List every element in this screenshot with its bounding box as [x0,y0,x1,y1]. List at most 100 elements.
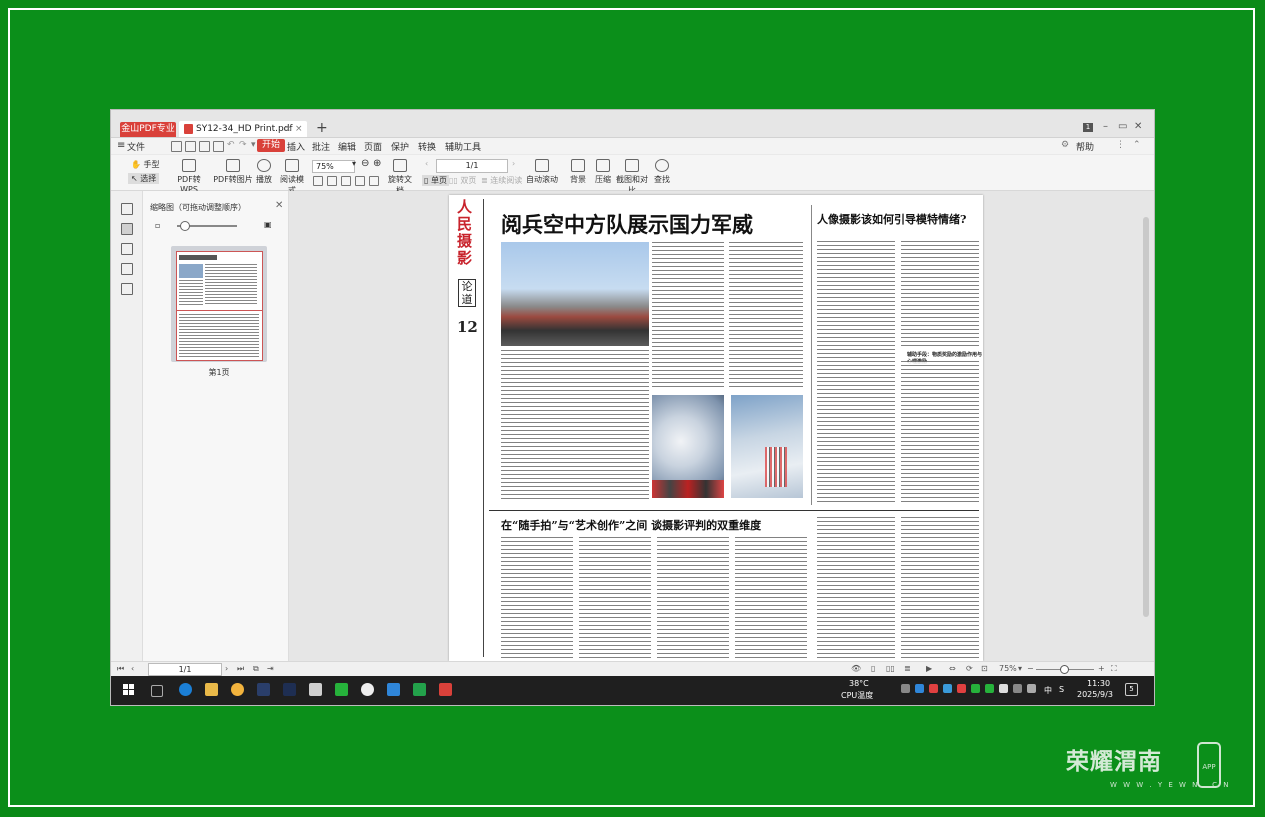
tray-shield-icon[interactable] [999,684,1008,693]
close-window-icon[interactable]: ✕ [1134,121,1142,132]
fullscreen-icon[interactable]: ⛶ [1111,664,1117,674]
double-view-icon[interactable]: ▯▯ [886,664,895,673]
tray-app-icon-5[interactable] [985,684,994,693]
signature-icon[interactable] [121,283,133,295]
exit-fullscreen-icon[interactable]: ⇥ [267,664,274,673]
find-button[interactable]: 查找 [651,159,673,185]
attachment-icon[interactable] [121,263,133,275]
single-view-icon[interactable]: ▯ [871,664,875,673]
restore-icon[interactable]: ▭ [1118,121,1127,132]
new-file-icon[interactable] [171,141,182,152]
screenshot-status-icon[interactable]: ⊡ [981,664,988,673]
menu-file[interactable]: 文件 [127,140,145,153]
page-number-input[interactable]: 1/1 [436,159,508,173]
single-page-button[interactable]: ▯ 单页 [422,175,449,186]
monitor-icon[interactable]: ▭ [283,121,292,137]
menu-protect[interactable]: 保护 [391,140,409,153]
ime-mode[interactable]: S [1059,685,1064,694]
fit-width-icon[interactable] [327,176,337,186]
status-zoom-value[interactable]: 75% [999,664,1017,673]
menu-insert[interactable]: 插入 [287,140,305,153]
actual-size-icon[interactable] [341,176,351,186]
fit-page-icon[interactable] [313,176,323,186]
edge-browser-icon[interactable] [179,683,192,696]
tray-arrow-icon[interactable] [901,684,910,693]
notification-icon[interactable]: 5 [1125,683,1138,696]
fit-window-icon[interactable]: ⧉ [253,664,259,674]
tray-app-icon-1[interactable] [915,684,924,693]
select-tool[interactable]: ↖ 选择 [128,173,160,184]
compress-button[interactable]: 压缩 [592,159,614,185]
tray-app-icon-2[interactable] [929,684,938,693]
zoom-in-icon[interactable]: ⊕ [373,158,381,169]
hand-tool[interactable]: ✋ 手型 [131,159,160,170]
continuous-view-icon[interactable]: ≣ [904,664,911,673]
prev-page-status-icon[interactable]: ‹ [131,664,134,673]
zoom-dropdown-icon[interactable]: ▾ [352,159,356,168]
ime-language[interactable]: 中 [1044,685,1052,696]
small-thumb-icon[interactable]: ▫ [155,221,160,230]
menu-edit[interactable]: 编辑 [338,140,356,153]
file-explorer-icon[interactable] [205,683,218,696]
zoom-out-icon[interactable]: ⊖ [361,158,369,169]
next-page-status-icon[interactable]: › [225,664,228,673]
document-tab[interactable]: SY12-34_HD Print.pdf ▭ × [179,121,307,137]
cloud-drive-icon[interactable] [387,683,400,696]
new-tab-button[interactable]: + [316,120,328,136]
print-icon[interactable] [199,141,210,152]
close-panel-icon[interactable]: ✕ [275,200,283,211]
save-icon[interactable] [213,141,224,152]
continuous-read-button[interactable]: ≣ 连续阅读 [481,175,522,186]
volume-icon[interactable] [1027,684,1036,693]
play-status-icon[interactable]: ▶ [926,664,932,673]
rotate-right-icon[interactable] [369,176,379,186]
eye-icon[interactable]: 👁 [851,664,861,673]
tray-app-icon-6[interactable] [1013,684,1022,693]
bookmark-icon[interactable] [121,203,133,215]
account-badge-icon[interactable]: 1 [1083,123,1093,132]
rotate-status-icon[interactable]: ⟳ [966,664,973,673]
menu-annotate[interactable]: 批注 [312,140,330,153]
fit-width-status-icon[interactable]: ⇔ [949,664,956,673]
auto-scroll-button[interactable]: 自动滚动 [525,159,559,185]
task-view-icon[interactable] [151,685,163,697]
large-thumb-icon[interactable]: ▣ [264,220,272,229]
first-page-icon[interactable]: ⏮ [117,664,124,674]
page-thumbnail-1[interactable] [171,246,267,362]
hamburger-icon[interactable]: ≡ [117,140,125,151]
help-menu[interactable]: 帮助 [1076,140,1094,153]
menu-convert[interactable]: 转换 [418,140,436,153]
windows-start-icon[interactable] [123,684,135,696]
menu-page[interactable]: 页面 [364,140,382,153]
vertical-scrollbar[interactable] [1143,197,1149,657]
pdf-to-wps-button[interactable]: PDF转WPS [169,159,209,194]
redo-icon[interactable]: ↷ [239,140,247,150]
double-page-button[interactable]: ▯▯ 双页 [449,175,476,186]
remote-desktop-icon[interactable] [413,683,426,696]
tray-app-icon-3[interactable] [943,684,952,693]
app-home-tab[interactable]: 金山PDF专业版 [120,122,176,149]
calculator-icon[interactable] [309,683,322,696]
undo-icon[interactable]: ↶ [227,140,235,150]
menu-start[interactable]: 开始 [257,139,286,152]
last-page-icon[interactable]: ⏭ [237,664,244,674]
status-zoom-in-icon[interactable]: + [1098,664,1105,673]
collapse-ribbon-icon[interactable]: ⌃ [1133,140,1141,150]
minimize-icon[interactable]: – [1103,121,1108,132]
next-page-icon[interactable]: › [512,159,515,168]
wps-pdf-icon[interactable] [439,683,452,696]
menu-tools[interactable]: 辅助工具 [445,140,481,153]
close-tab-icon[interactable]: × [295,121,303,137]
status-zoom-out-icon[interactable]: − [1027,664,1034,673]
tray-app-icon-4[interactable] [957,684,966,693]
status-page-input[interactable]: 1/1 [148,663,222,676]
thumbnail-icon[interactable] [121,223,133,235]
lightroom-icon[interactable] [257,683,270,696]
chrome-app-icon[interactable] [231,683,244,696]
play-button[interactable]: 播放 [253,159,275,185]
rotate-left-icon[interactable] [355,176,365,186]
wechat-icon[interactable] [335,683,348,696]
prev-page-icon[interactable]: ‹ [425,159,428,168]
open-folder-icon[interactable] [185,141,196,152]
tray-wechat-icon[interactable] [971,684,980,693]
